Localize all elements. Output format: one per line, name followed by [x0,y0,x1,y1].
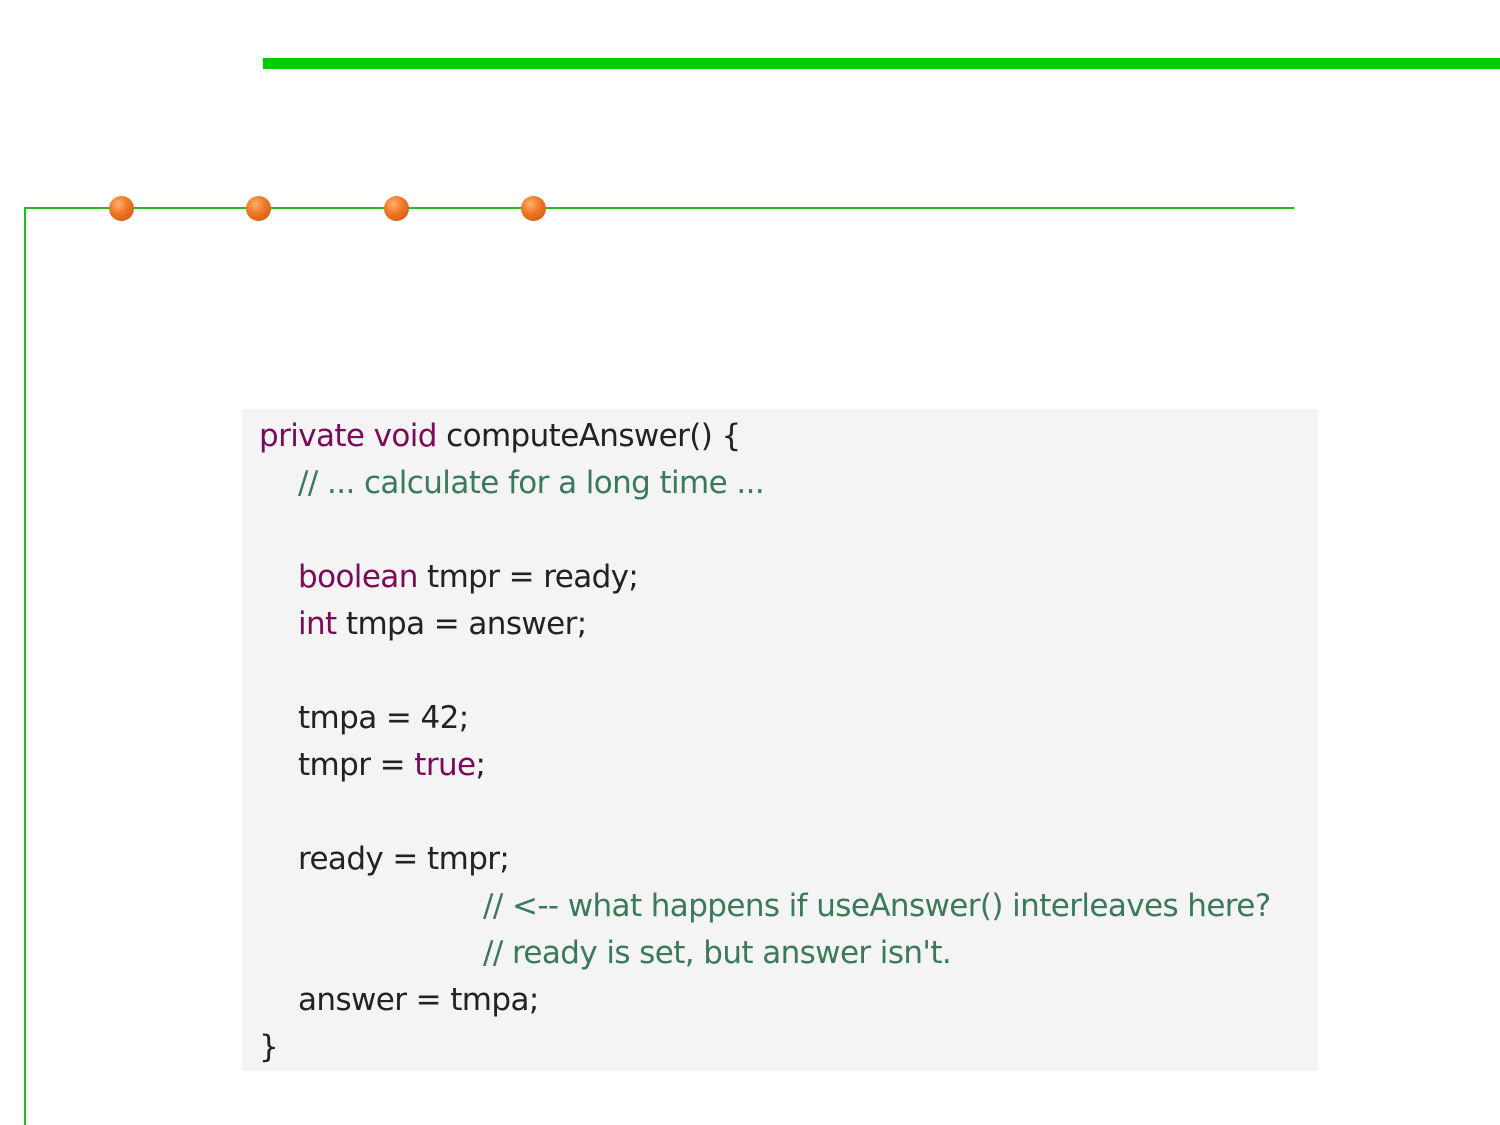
statement-tmpr-assign-post: ; [475,747,486,783]
vertical-rule [24,207,26,1125]
closing-brace: } [259,1029,279,1065]
code-line-5: int tmpa = answer; [259,601,1271,648]
code-line-12: // ready is set, but answer isn't. [259,930,1271,977]
code-listing: private void computeAnswer() { // ... ca… [259,413,1271,1071]
code-line-14: } [259,1024,1271,1071]
bullet-dot-4 [521,196,546,221]
code-line-4: boolean tmpr = ready; [259,554,1271,601]
code-line-13: answer = tmpa; [259,977,1271,1024]
keyword-int: int [298,606,337,642]
title-underline-bar [263,58,1500,69]
comment-ready-set: // ready is set, but answer isn't. [483,935,952,971]
statement-tmpr-assign-pre: tmpr = [298,747,415,783]
bullet-dot-3 [384,196,409,221]
code-line-10: ready = tmpr; [259,836,1271,883]
method-signature: computeAnswer() { [446,418,741,454]
statement-tmpa-decl: tmpa = answer; [345,606,587,642]
bullet-dot-1 [109,196,134,221]
statement-tmpa-assign: tmpa = 42; [298,700,469,736]
code-line-blank-2 [259,648,1271,695]
code-line-7: tmpa = 42; [259,695,1271,742]
comment-calculate: // ... calculate for a long time ... [298,465,765,501]
keyword-boolean: boolean [298,559,418,595]
statement-tmpr-decl: tmpr = ready; [427,559,639,595]
code-line-blank-3 [259,789,1271,836]
code-line-2: // ... calculate for a long time ... [259,460,1271,507]
code-line-1: private void computeAnswer() { [259,413,1271,460]
comment-interleave: // <-- what happens if useAnswer() inter… [483,888,1271,924]
code-block: private void computeAnswer() { // ... ca… [242,409,1318,1071]
keyword-true: true [414,747,476,783]
code-line-11: // <-- what happens if useAnswer() inter… [259,883,1271,930]
horizontal-rule [24,207,1294,209]
statement-ready-assign: ready = tmpr; [298,841,510,877]
keyword-private: private [259,418,365,454]
bullet-dot-2 [246,196,271,221]
code-line-blank-1 [259,507,1271,554]
statement-answer-assign: answer = tmpa; [298,982,539,1018]
code-line-8: tmpr = true; [259,742,1271,789]
keyword-void: void [373,418,438,454]
